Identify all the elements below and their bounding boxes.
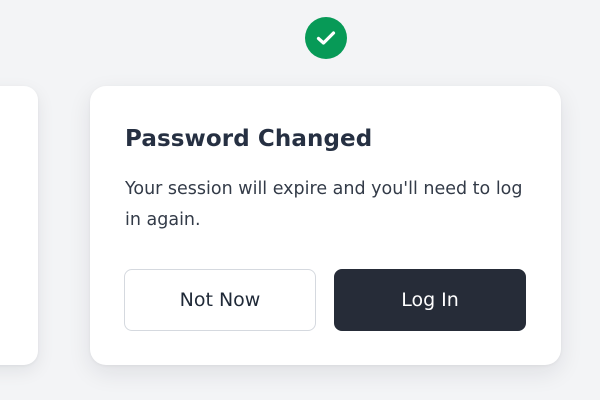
adjacent-card <box>0 86 38 365</box>
not-now-button[interactable]: Not Now <box>124 269 316 331</box>
password-changed-dialog: Password Changed Your session will expir… <box>90 86 561 365</box>
checkmark-glyph <box>316 31 336 45</box>
screen: Password Changed Your session will expir… <box>0 0 600 400</box>
dialog-message: Your session will expire and you'll need… <box>125 179 523 230</box>
log-in-button[interactable]: Log In <box>334 269 526 331</box>
dialog-title: Password Changed <box>125 126 373 152</box>
check-circle-icon <box>305 17 347 59</box>
